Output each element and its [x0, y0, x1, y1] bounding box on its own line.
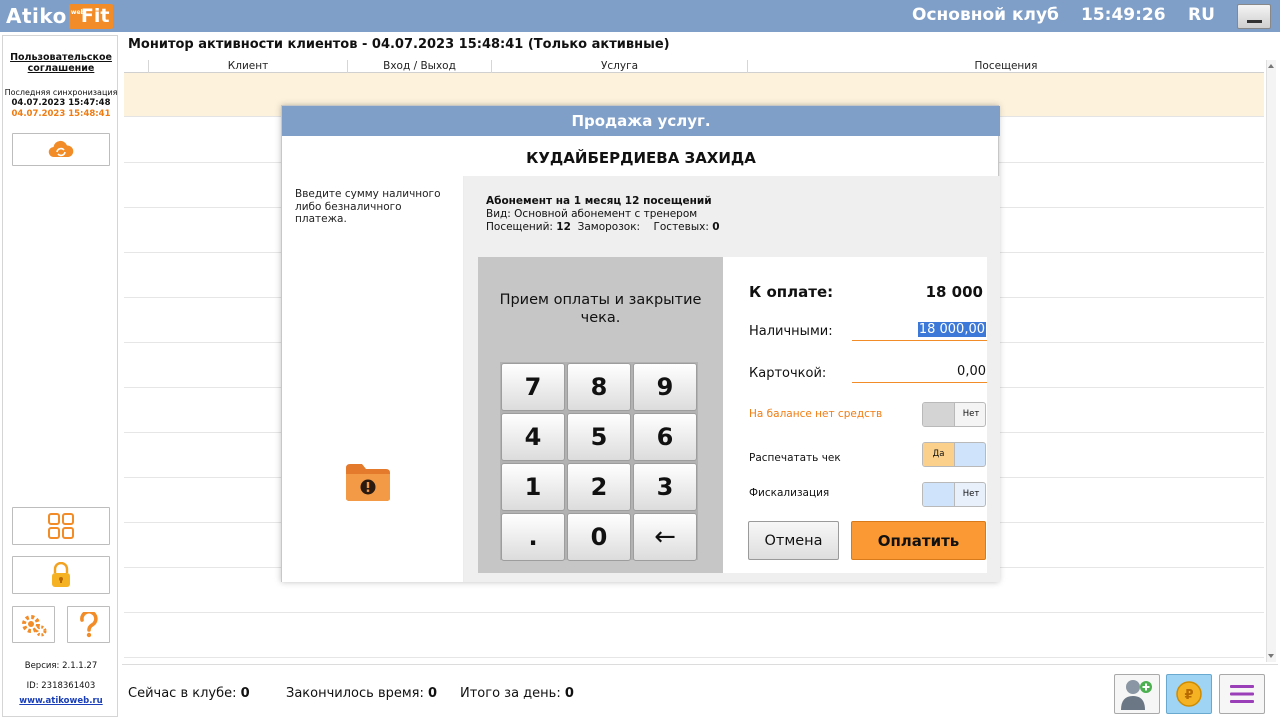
scroll-up-icon[interactable] — [1267, 62, 1275, 70]
numeric-keypad: 7 8 9 4 5 6 1 2 3 . 0 ← — [500, 362, 698, 561]
scroll-down-icon[interactable] — [1267, 652, 1275, 660]
help-button[interactable] — [67, 606, 110, 643]
pay-button[interactable]: Оплатить — [851, 521, 986, 560]
key-backspace[interactable]: ← — [633, 513, 697, 561]
key-0[interactable]: 0 — [567, 513, 631, 561]
settings-button[interactable] — [12, 606, 55, 643]
card-amount-field[interactable]: 0,00 — [852, 361, 987, 383]
logo-badge: web Fit — [68, 3, 114, 29]
key-7[interactable]: 7 — [501, 363, 565, 411]
table-header: Клиент Вход / Выход Услуга Посещения — [124, 60, 1264, 73]
dialog-title: Продажа услуг. — [282, 106, 1000, 136]
svg-text:₽: ₽ — [1184, 688, 1193, 703]
payment-panel: Прием оплаты и закрытие чека. 7 8 9 4 5 … — [478, 257, 987, 573]
subscription-stats: Посещений: 12 Заморозок: Гостевых: 0 — [486, 221, 720, 233]
sync-label: Последняя синхронизация — [4, 88, 118, 97]
to-pay-label: К оплате: — [749, 283, 834, 301]
cash-label: Наличными: — [749, 324, 833, 339]
payment-hint: Введите сумму наличного либо безналичног… — [295, 188, 441, 225]
cash-amount-value: 18 000,00 — [917, 322, 986, 337]
key-1[interactable]: 1 — [501, 463, 565, 511]
cloud-sync-icon — [48, 140, 74, 157]
print-toggle-label: Да — [923, 443, 955, 466]
key-2[interactable]: 2 — [567, 463, 631, 511]
key-9[interactable]: 9 — [633, 363, 697, 411]
user-agreement-link[interactable]: Пользовательское соглашение — [3, 52, 119, 74]
in-club-stat: Сейчас в клубе: 0 — [128, 686, 250, 701]
sale-dialog: Продажа услуг. КУДАЙБЕРДИЕВА ЗАХИДА Введ… — [281, 105, 1000, 582]
sidebar: Пользовательское соглашение Последняя си… — [2, 35, 118, 717]
add-client-button[interactable] — [1114, 674, 1160, 714]
keypad-title: Прием оплаты и закрытие чека. — [499, 292, 702, 326]
minimize-button[interactable] — [1237, 4, 1271, 29]
cash-amount-field[interactable]: 18 000,00 — [852, 319, 987, 341]
key-8[interactable]: 8 — [567, 363, 631, 411]
key-dot[interactable]: . — [501, 513, 565, 561]
logo-badge-small: web — [70, 8, 85, 16]
expired-stat: Закончилось время: 0 — [286, 686, 438, 701]
sync-time-2: 04.07.2023 15:48:41 — [11, 109, 111, 119]
club-name[interactable]: Основной клуб — [912, 5, 1059, 25]
language-selector[interactable]: RU — [1188, 5, 1215, 25]
row-divider — [124, 612, 1264, 613]
column-visits[interactable]: Посещения — [747, 60, 1264, 73]
balance-toggle-label: Нет — [962, 409, 980, 419]
card-label: Карточкой: — [749, 366, 827, 381]
print-receipt-toggle[interactable]: Да — [922, 442, 986, 467]
sync-time-1: 04.07.2023 15:47:48 — [11, 98, 111, 108]
keypad-area: Прием оплаты и закрытие чека. 7 8 9 4 5 … — [478, 257, 723, 573]
sync-button[interactable] — [12, 133, 110, 166]
lock-icon — [52, 562, 70, 587]
row-divider — [124, 657, 1264, 658]
fiscalization-toggle[interactable]: Нет — [922, 482, 986, 507]
payment-button[interactable]: ₽ — [1166, 674, 1212, 714]
grid-icon — [48, 513, 74, 539]
fiscalization-label: Фискализация — [749, 487, 830, 499]
balance-toggle[interactable]: Нет — [922, 402, 986, 427]
key-6[interactable]: 6 — [633, 413, 697, 461]
print-receipt-label: Распечатать чек — [749, 452, 841, 464]
clock: 15:49:26 — [1081, 5, 1166, 25]
folder-alert-icon — [346, 464, 390, 501]
app-logo: Atiko web Fit — [6, 3, 114, 29]
help-icon — [79, 611, 98, 637]
to-pay-amount: 18 000 — [925, 283, 983, 301]
dashboard-button[interactable] — [12, 507, 110, 545]
add-client-icon — [1121, 680, 1152, 710]
lock-button[interactable] — [12, 556, 110, 594]
vertical-scrollbar[interactable] — [1266, 60, 1276, 662]
cancel-button[interactable]: Отмена — [748, 521, 839, 560]
balance-label: На балансе нет средств — [749, 408, 883, 420]
version-text: Версия: 2.1.1.27 — [24, 661, 98, 671]
dialog-left-panel: Введите сумму наличного либо безналичног… — [282, 176, 464, 582]
monitor-title: Монитор активности клиентов - 04.07.2023… — [128, 37, 670, 52]
column-client[interactable]: Клиент — [148, 60, 347, 73]
daily-total-stat: Итого за день: 0 — [460, 686, 574, 701]
website-link[interactable]: www.atikoweb.ru — [3, 696, 119, 706]
subscription-name: Абонемент на 1 месяц 12 посещений — [486, 195, 712, 207]
column-service[interactable]: Услуга — [491, 60, 747, 73]
client-name: КУДАЙБЕРДИЕВА ЗАХИДА — [526, 149, 756, 167]
dialog-right-panel: Абонемент на 1 месяц 12 посещений Вид: О… — [464, 176, 1000, 582]
settings-icon — [21, 614, 46, 636]
device-id: ID: 2318361403 — [26, 681, 96, 691]
menu-icon — [1230, 685, 1254, 703]
key-4[interactable]: 4 — [501, 413, 565, 461]
menu-button[interactable] — [1219, 674, 1265, 714]
column-entry-exit[interactable]: Вход / Выход — [347, 60, 491, 73]
fiscal-toggle-label: Нет — [962, 489, 980, 499]
logo-text: Atiko — [6, 4, 67, 28]
key-5[interactable]: 5 — [567, 413, 631, 461]
top-bar: Atiko web Fit Основной клуб 15:49:26 RU — [0, 0, 1280, 32]
coin-icon: ₽ — [1176, 681, 1202, 707]
subscription-kind: Вид: Основной абонемент с тренером — [486, 208, 698, 220]
key-3[interactable]: 3 — [633, 463, 697, 511]
